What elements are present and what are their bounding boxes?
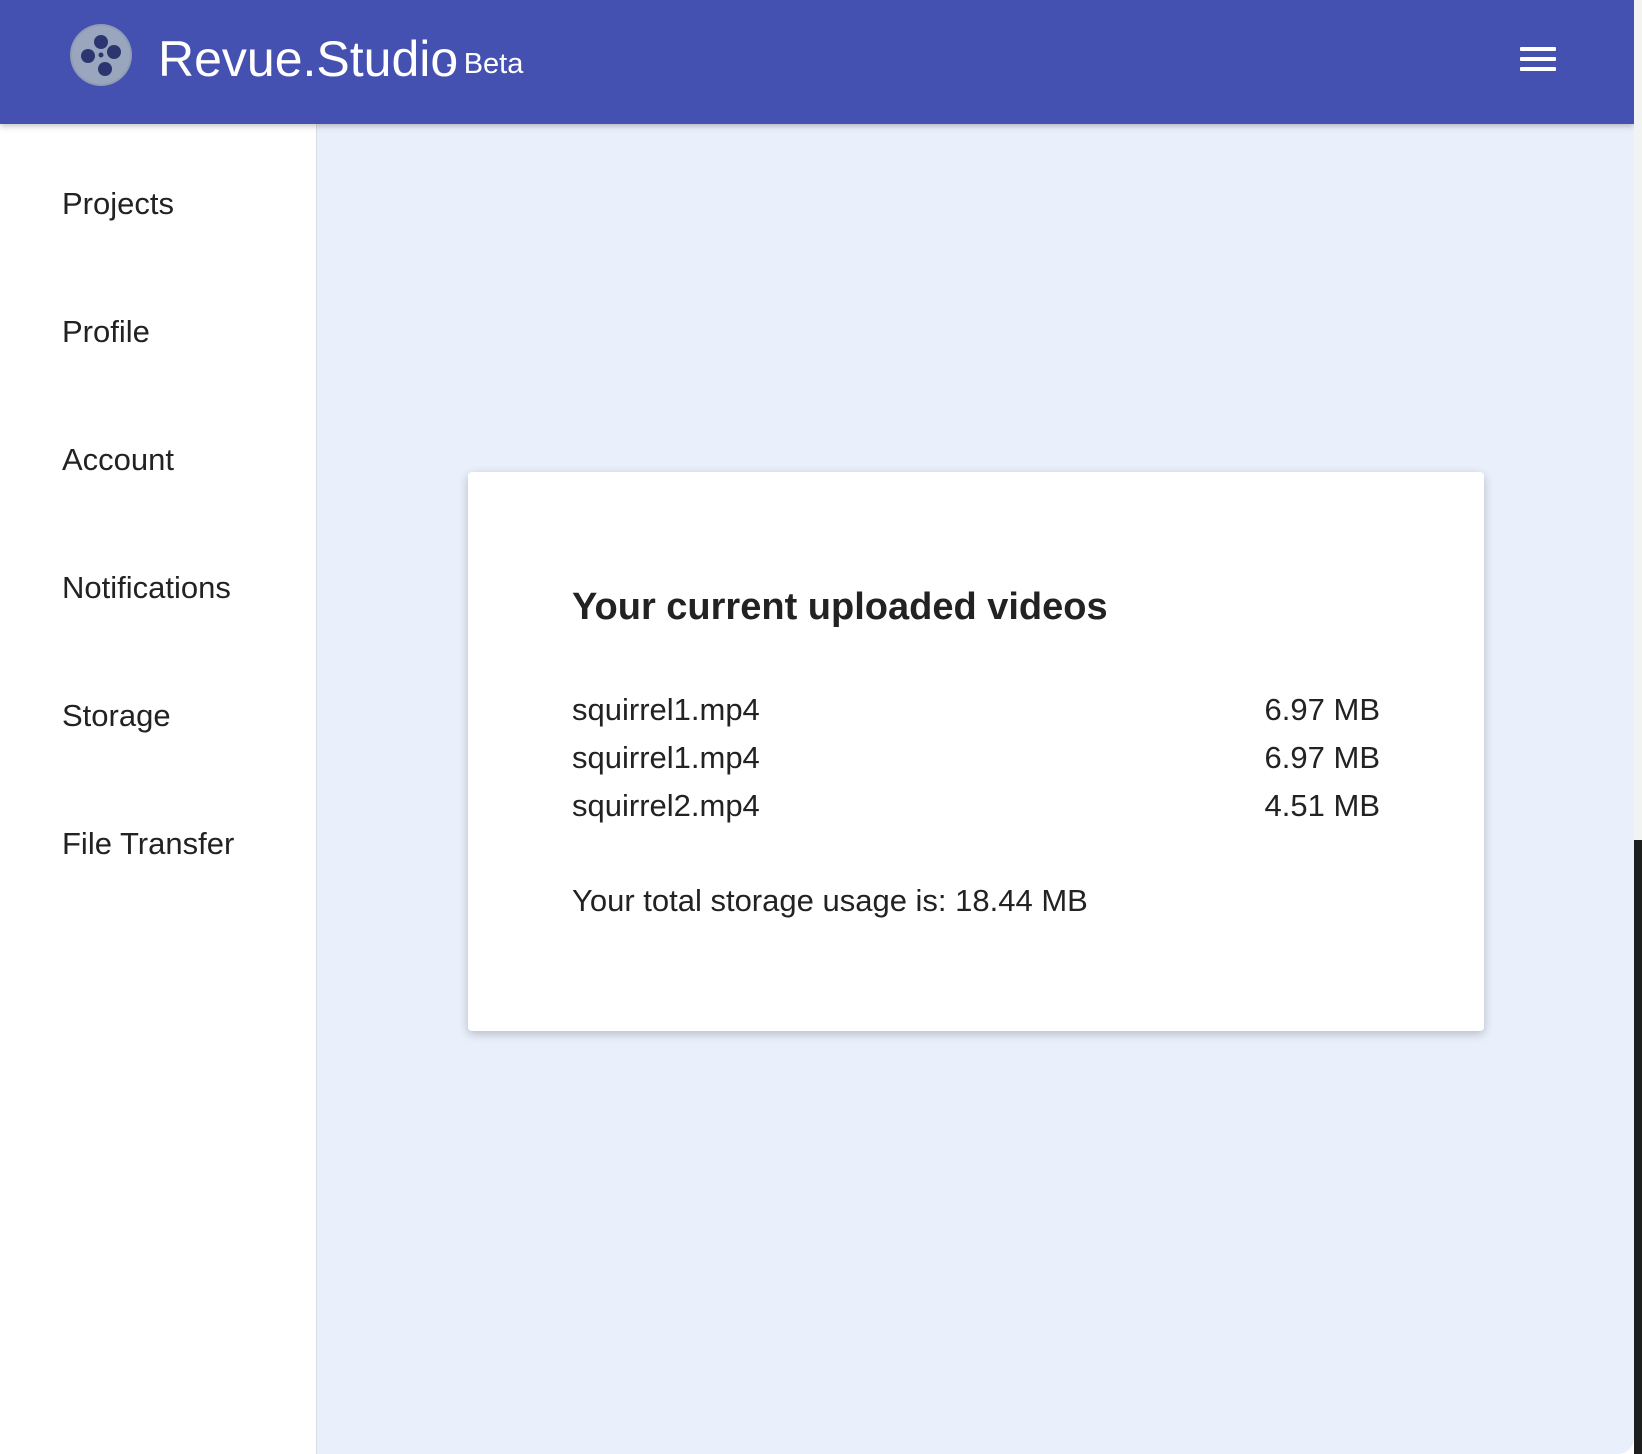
file-size: 6.97 MB <box>1264 740 1380 775</box>
background-window-dark <box>1634 840 1642 1454</box>
sidebar-item-projects[interactable]: Projects <box>62 184 174 224</box>
file-name: squirrel1.mp4 <box>572 692 760 727</box>
top-app-bar: Revue.Studio - Beta <box>0 0 1634 124</box>
film-reel-icon[interactable] <box>69 23 133 87</box>
sidebar: Projects Profile Account Notifications S… <box>0 124 317 1454</box>
menu-line <box>1520 67 1556 71</box>
app-title[interactable]: Revue.Studio <box>158 28 458 90</box>
background-window-edge <box>1634 0 1642 1454</box>
file-name: squirrel2.mp4 <box>572 788 760 823</box>
sidebar-item-account[interactable]: Account <box>62 440 174 480</box>
menu-line <box>1520 57 1556 61</box>
menu-line <box>1520 47 1556 51</box>
beta-badge: - Beta <box>446 48 524 80</box>
storage-card: Your current uploaded videos squirrel1.m… <box>468 472 1484 1031</box>
app-window: Revue.Studio - Beta Projects Profile Acc… <box>0 0 1634 1454</box>
card-title: Your current uploaded videos <box>572 586 1108 628</box>
file-row: squirrel1.mp4 6.97 MB <box>572 688 1380 732</box>
file-row: squirrel2.mp4 4.51 MB <box>572 784 1380 828</box>
hamburger-menu-icon[interactable] <box>1512 40 1564 80</box>
file-size: 4.51 MB <box>1264 788 1380 823</box>
file-name: squirrel1.mp4 <box>572 740 760 775</box>
sidebar-item-file-transfer[interactable]: File Transfer <box>62 824 234 864</box>
sidebar-item-notifications[interactable]: Notifications <box>62 568 231 608</box>
sidebar-item-storage[interactable]: Storage <box>62 696 171 736</box>
file-size: 6.97 MB <box>1264 692 1380 727</box>
sidebar-item-profile[interactable]: Profile <box>62 312 150 352</box>
storage-total: Your total storage usage is: 18.44 MB <box>572 883 1088 918</box>
file-row: squirrel1.mp4 6.97 MB <box>572 736 1380 780</box>
